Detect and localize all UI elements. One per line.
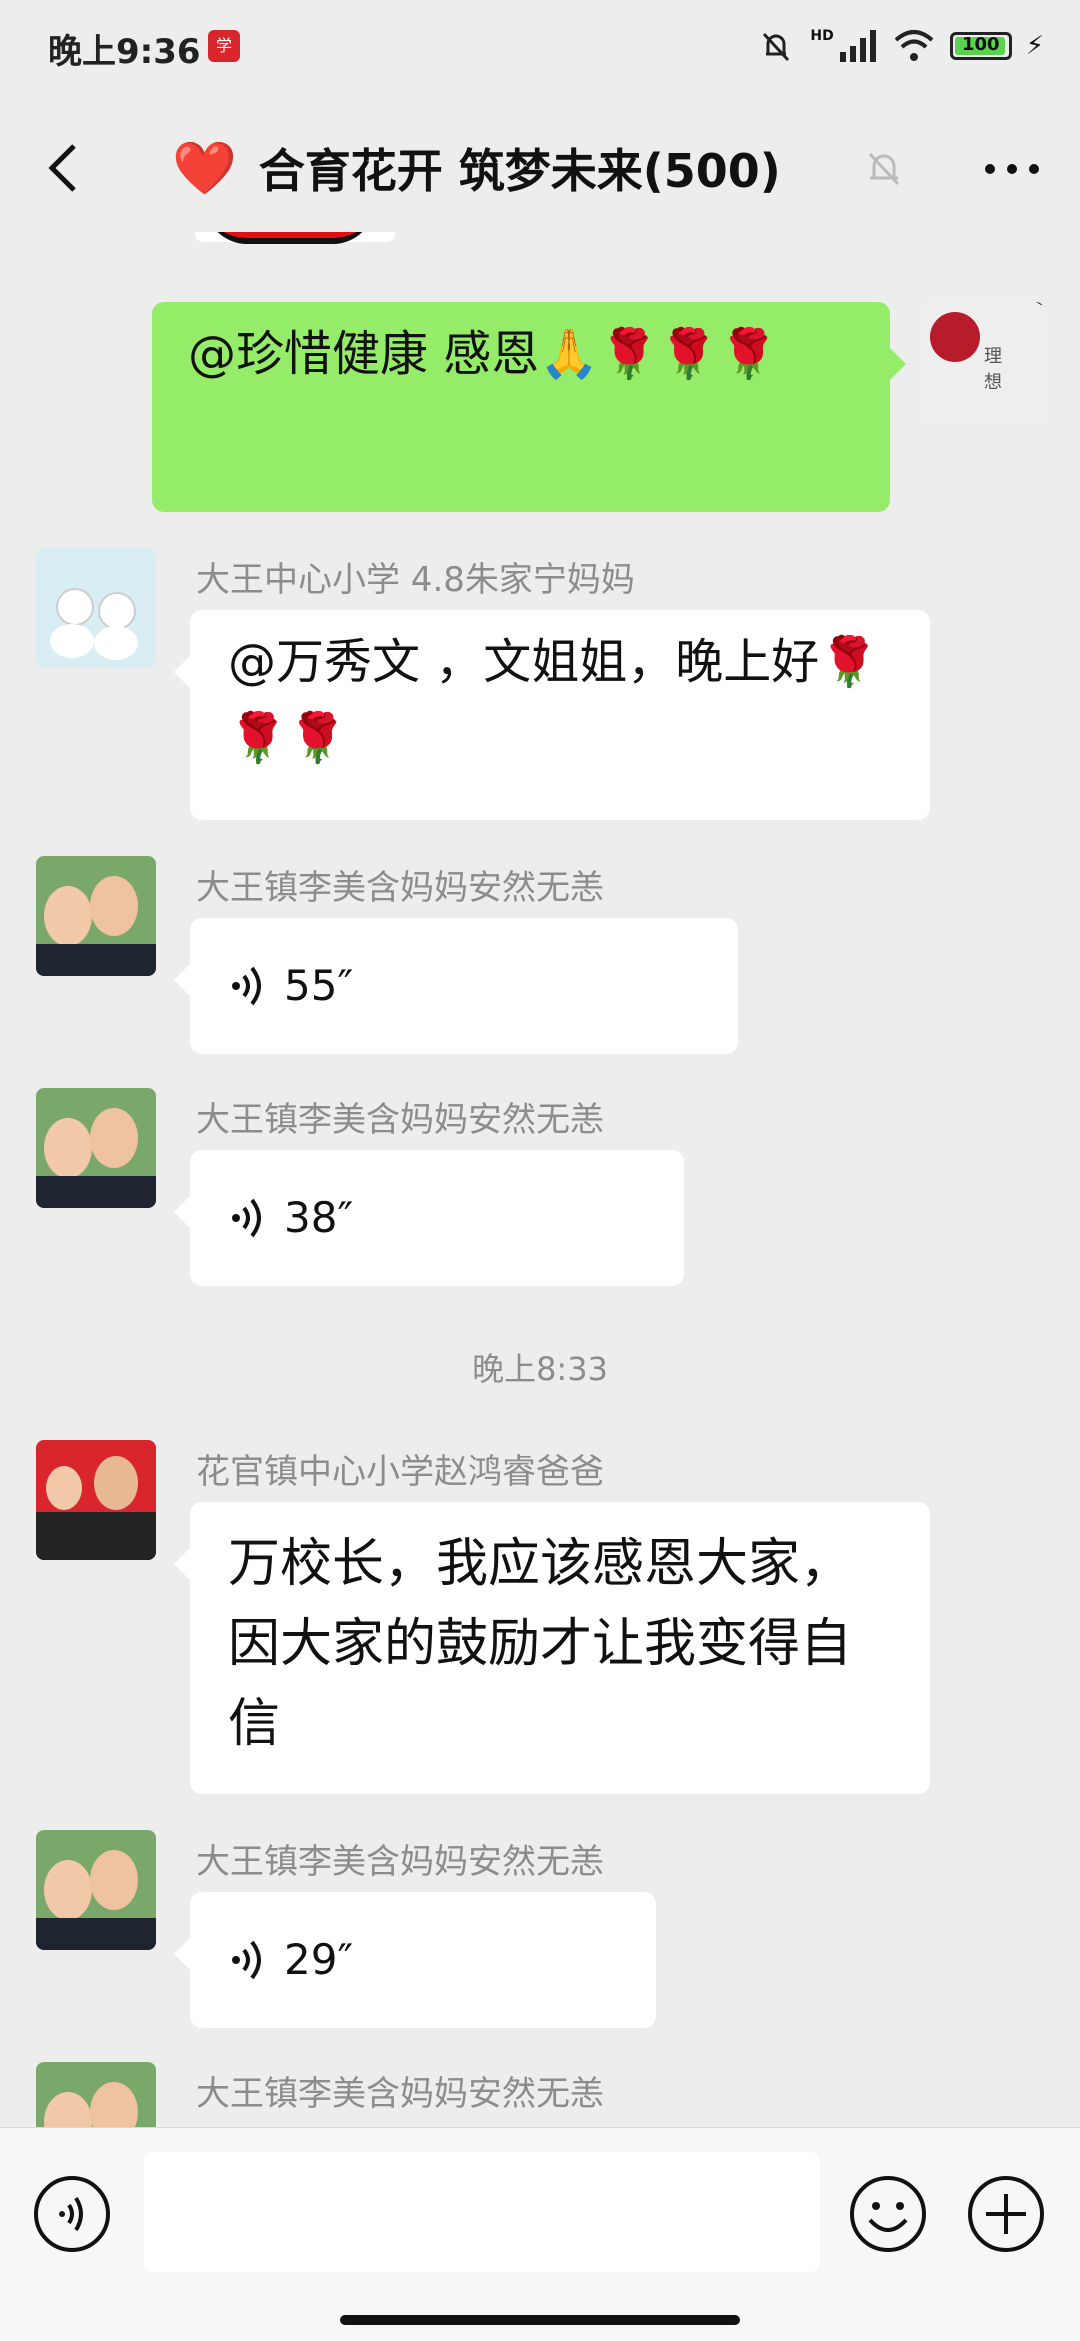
voice-input-icon[interactable] — [32, 2174, 112, 2254]
voice-icon — [232, 966, 261, 1006]
charging-icon: ⚡ — [1025, 31, 1044, 61]
avatar[interactable] — [36, 1088, 156, 1208]
status-time: 晚上9:36 — [48, 32, 201, 72]
sender-name: 大王镇李美含妈妈安然无恙 — [196, 868, 604, 908]
emoji-icon[interactable] — [848, 2174, 928, 2254]
sender-name: 大王镇李美含妈妈安然无恙 — [196, 2074, 604, 2114]
input-bar — [0, 2127, 1080, 2341]
sender-name: 花官镇中心小学赵鸿睿爸爸 — [196, 1452, 604, 1492]
voice-message: 38″ — [190, 1150, 684, 1286]
voice-duration: 55″ — [284, 961, 354, 1010]
app-notification-icon: 学 — [208, 30, 240, 62]
self-message-bubble[interactable]: @珍惜健康 感恩🙏🌹🌹🌹 — [152, 302, 906, 512]
voice-message: 29″ — [190, 1892, 656, 2028]
chat-title: 合育花开 筑梦未来(500) — [258, 144, 781, 198]
voice-icon — [232, 1198, 261, 1238]
mute-bell-icon — [868, 152, 900, 186]
sender-name: 大王中心小学 4.8朱家宁妈妈 — [196, 560, 635, 600]
partial-image-message[interactable] — [195, 232, 395, 244]
battery-level: 100 — [961, 34, 1000, 55]
message-bubble[interactable]: 万校长，我应该感恩大家，因大家的鼓励才让我变得自信 — [174, 1502, 930, 1794]
voice-icon — [232, 1940, 261, 1980]
message-text: 万校长，我应该感恩大家，因大家的鼓励才让我变得自信 — [228, 1534, 853, 1754]
chat-header: ❤️ 合育花开 筑梦未来(500) — [0, 96, 1080, 242]
message-bubble[interactable]: @万秀文 ，文姐姐，晚上好🌹🌹🌹 — [174, 610, 930, 820]
voice-message-bubble[interactable]: 38″ — [174, 1150, 684, 1286]
message-text: @珍惜健康 感恩🙏🌹🌹🌹 — [188, 326, 779, 382]
status-icons: HD 100 ⚡ — [756, 26, 1044, 66]
heart-emoji: ❤️ — [172, 138, 237, 199]
avatar[interactable] — [36, 1830, 156, 1950]
back-icon[interactable] — [34, 138, 94, 198]
home-indicator[interactable] — [340, 2315, 740, 2325]
more-icon[interactable] — [980, 154, 1044, 184]
avatar[interactable] — [36, 1440, 156, 1560]
battery-icon: 100 — [949, 32, 1012, 60]
time-separator: 晚上8:33 — [472, 1350, 608, 1388]
voice-duration: 38″ — [284, 1193, 354, 1242]
avatar[interactable] — [36, 2062, 156, 2127]
wifi-icon — [894, 30, 934, 61]
signal-icon — [839, 30, 876, 62]
voice-message: 55″ — [190, 918, 738, 1054]
mute-bell-icon — [763, 32, 790, 62]
message-input[interactable] — [144, 2152, 820, 2272]
plus-icon[interactable] — [966, 2174, 1046, 2254]
message-list[interactable]: 理想 @珍惜健康 感恩🙏🌹🌹🌹 大王中心小学 4.8朱家宁妈妈 @万秀文 ，文姐… — [0, 232, 1080, 2127]
network-type: HD — [810, 28, 834, 44]
message-text: @万秀文 ，文姐姐，晚上好🌹🌹🌹 — [228, 634, 880, 766]
avatar[interactable] — [36, 548, 156, 668]
avatar[interactable] — [36, 856, 156, 976]
voice-message-bubble[interactable]: 55″ — [174, 918, 738, 1054]
voice-message-bubble[interactable]: 29″ — [174, 1892, 656, 2028]
status-bar: 晚上9:36 学 HD 100 ⚡ — [0, 0, 1080, 96]
chat-title-row: ❤️ 合育花开 筑梦未来(500) — [172, 132, 781, 204]
sender-name: 大王镇李美含妈妈安然无恙 — [196, 1842, 604, 1882]
self-avatar[interactable]: 理想 — [924, 302, 1044, 422]
sender-name: 大王镇李美含妈妈安然无恙 — [196, 1100, 604, 1140]
voice-duration: 29″ — [284, 1935, 354, 1984]
